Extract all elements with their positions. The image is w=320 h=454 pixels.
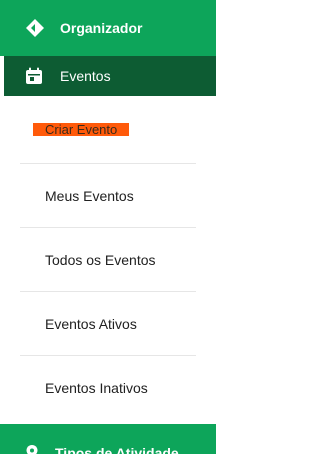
menu-item-label: Organizador (60, 20, 143, 36)
menu-item-label: Eventos (60, 68, 111, 84)
submenu-item-label: Todos os Eventos (45, 252, 156, 268)
submenu-item-criar-evento[interactable]: Criar Evento (0, 96, 216, 164)
menu-item-eventos[interactable]: Eventos (0, 56, 216, 96)
submenu-item-eventos-ativos[interactable]: Eventos Ativos (0, 292, 216, 356)
submenu-item-eventos-inativos[interactable]: Eventos Inativos (0, 356, 216, 420)
location-pin-icon (24, 444, 40, 454)
submenu-item-todos-os-eventos[interactable]: Todos os Eventos (0, 228, 216, 292)
menu-item-tipos-de-atividade[interactable]: Tipos de Atividade (0, 424, 216, 454)
diamond-direction-icon (25, 18, 45, 38)
sidebar: Organizador Eventos Criar Evento Meus Ev… (0, 0, 216, 454)
submenu-item-label: Eventos Inativos (45, 380, 148, 396)
active-indicator (0, 56, 4, 96)
menu-item-label: Tipos de Atividade (55, 445, 179, 454)
submenu-item-label: Eventos Ativos (45, 316, 137, 332)
submenu-item-label: Meus Eventos (45, 188, 134, 204)
submenu-item-meus-eventos[interactable]: Meus Eventos (0, 164, 216, 228)
calendar-icon (24, 66, 44, 86)
menu-item-organizador[interactable]: Organizador (0, 0, 216, 56)
submenu-item-label: Criar Evento (33, 123, 130, 136)
eventos-submenu: Criar Evento Meus Eventos Todos os Event… (0, 96, 216, 420)
